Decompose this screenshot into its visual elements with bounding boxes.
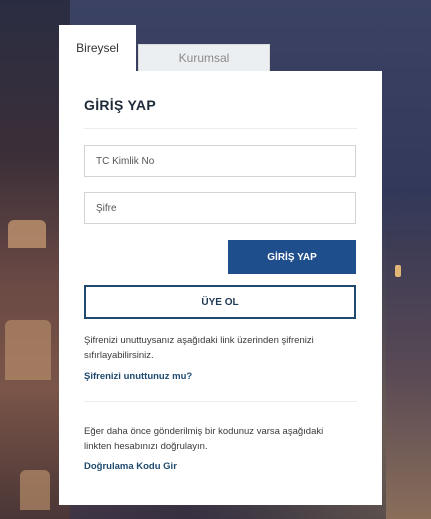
login-card: GİRİŞ YAP GİRİŞ YAP ÜYE OL Şifrenizi unu… [59,71,382,505]
forgot-password-text: Şifrenizi unuttuysanız aşağıdaki link üz… [84,335,314,361]
page-title: GİRİŞ YAP [84,97,156,113]
background-light [395,265,401,277]
verification-code-link[interactable]: Doğrulama Kodu Gir [84,461,177,472]
forgot-password-link[interactable]: Şifrenizi unuttunuz mu? [84,371,192,382]
tab-individual[interactable]: Bireysel [59,25,136,71]
password-input[interactable] [84,192,356,224]
tab-corporate[interactable]: Kurumsal [138,44,270,71]
login-button[interactable]: GİRİŞ YAP [228,240,356,274]
title-divider [84,128,357,129]
verification-text: Eğer daha önce gönderilmiş bir kodunuz v… [84,426,324,452]
tc-identity-input[interactable] [84,145,356,177]
background-minaret [386,230,431,519]
register-button[interactable]: ÜYE OL [84,285,356,319]
section-divider [84,401,357,402]
